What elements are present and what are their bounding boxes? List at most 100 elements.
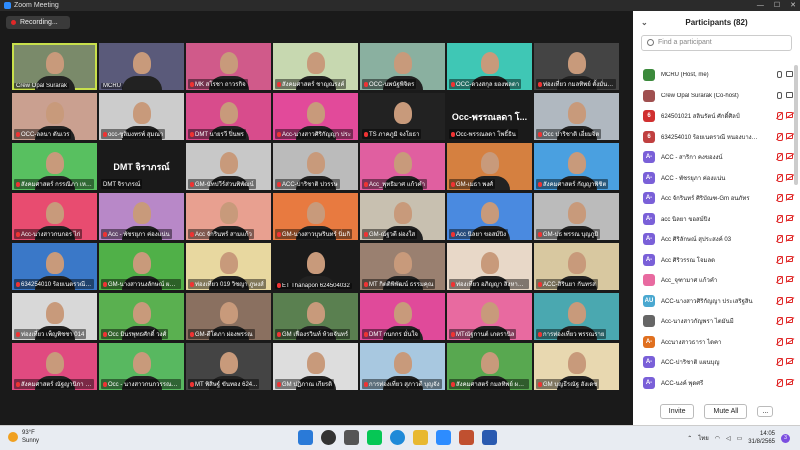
participant-row[interactable]: A- ACC-นงค์ พุดศรี xyxy=(633,373,793,394)
video-tile[interactable]: สังคมศาสตร์ กัญญาพิชิต xyxy=(534,143,619,190)
mic-muted-icon xyxy=(103,131,107,137)
participant-row[interactable]: A- Accนางสาวธารา ไดคา xyxy=(633,332,793,353)
video-tile[interactable]: OCC-ดวงสกุล ยองพลดา xyxy=(447,43,532,90)
video-tile[interactable]: DMT จิราภรณ์ DMT จิราภรณ์ xyxy=(99,143,184,190)
participant-face xyxy=(219,352,238,375)
video-tile[interactable]: สังคมศาสตร์ ชาญณรงค์ xyxy=(273,43,358,90)
invite-button[interactable]: Invite xyxy=(659,403,695,419)
participant-row[interactable]: A- ACC - สาริกา คงของงน์ xyxy=(633,147,793,168)
participant-row[interactable]: AU ACC-นางสาวศิริกัญญา ประเสริฐสิน xyxy=(633,291,793,312)
wifi-icon[interactable]: ◠ xyxy=(715,435,720,442)
video-tile[interactable]: ACC-สิรินยา กันทรส xyxy=(534,243,619,290)
powerpoint-icon[interactable] xyxy=(459,430,474,445)
participant-face xyxy=(393,102,412,125)
video-tile[interactable]: การท่องเที่ยว พรรณราย xyxy=(534,293,619,340)
video-tile[interactable]: MT พิสิษฐ์ ขันทอง 624... xyxy=(186,343,271,390)
participant-row[interactable]: A-acc นิลยา ขอสม์ปิง xyxy=(633,209,793,230)
video-tile[interactable]: Occ ปาริชาติ เอี่ยมจิต xyxy=(534,93,619,140)
participant-row[interactable]: 6 624501021 สลินรัตน์ ศักดิ์ศิลป์ xyxy=(633,106,793,127)
language-indicator[interactable]: ไทย xyxy=(698,433,709,443)
video-tile[interactable]: OCC-นพนัฐพิจิตร xyxy=(360,43,445,90)
participant-row[interactable]: Acc_จุฑามาศ แก้วคำ xyxy=(633,270,793,291)
video-tile[interactable]: GM-นางสาวนงลักษณ์ ผยโยรง xyxy=(99,243,184,290)
battery-icon[interactable]: ▭ xyxy=(737,435,743,442)
video-tile[interactable]: ท่องเที่ยว อภิญญา สิงหาทอง xyxy=(447,243,532,290)
video-tile[interactable]: occ-ซูลิมงทรพ์ สุมณา xyxy=(99,93,184,140)
maximize-icon[interactable]: ☐ xyxy=(774,0,780,11)
clock[interactable]: 14:05 31/8/2565 xyxy=(748,430,775,446)
video-tile[interactable]: DMT นายรวี ปิ่นพร xyxy=(186,93,271,140)
video-tile[interactable]: Crew Opal Surarak xyxy=(12,43,97,90)
participant-face xyxy=(45,302,64,325)
recording-dot-icon xyxy=(11,20,16,25)
video-tile[interactable]: Occ - นางสาวกนกวรรณ หิม xyxy=(99,343,184,390)
close-icon[interactable]: ✕ xyxy=(790,0,796,11)
mic-muted-icon xyxy=(776,235,783,243)
task-view-icon[interactable] xyxy=(344,430,359,445)
start-icon[interactable] xyxy=(298,430,313,445)
participant-row[interactable]: Acc-นางสาวกัญพรา ไตมันมี xyxy=(633,311,793,332)
zoom-taskbar-icon[interactable] xyxy=(436,430,451,445)
video-tile[interactable]: GM เฟื่องรวินท์ ห้วยจันทร์ xyxy=(273,293,358,340)
participant-row[interactable]: A- Acc ศิริลักษณ์ สุประสงค์ 03 xyxy=(633,229,793,250)
edge-icon[interactable] xyxy=(390,430,405,445)
chevron-down-icon[interactable]: ⌄ xyxy=(641,18,648,27)
video-tile[interactable]: Acc-นางสาวศิริกัญญา ประ xyxy=(273,93,358,140)
video-tile[interactable]: MTณัฐกานต์ เภตรานิล xyxy=(447,293,532,340)
video-tile[interactable]: GM-ณัฐวดี ผ่องใส xyxy=(360,193,445,240)
notification-badge[interactable]: 3 xyxy=(781,433,790,443)
video-tile[interactable]: GM ปฏิภาณ เกียรติ xyxy=(273,343,358,390)
avatar: A- xyxy=(643,192,655,205)
video-tile[interactable]: GM-นัทปวีร์ส่วนพิพัฒน์ xyxy=(186,143,271,190)
video-tile[interactable]: Acc จักรินทร์ สามแก้ว xyxy=(186,193,271,240)
video-tile[interactable]: Occ มินรพุทธศักดิ์ วงศ์ xyxy=(99,293,184,340)
tile-name-label: ท่องเที่ยว 019 วิชญา ภูษงส์ xyxy=(188,279,266,289)
video-tile[interactable]: ET Thanapon 624504032 xyxy=(273,243,358,290)
video-tile[interactable]: GM-นางสาวบุษรินทร์ นิ่มกิ xyxy=(273,193,358,240)
video-tile[interactable]: การท่องเที่ยว สุภาวดี บุญจัง xyxy=(360,343,445,390)
more-options-button[interactable]: ... xyxy=(757,405,774,417)
chevron-up-icon[interactable]: ⌃ xyxy=(687,435,692,442)
video-tile[interactable]: Acc - พัชรยุภา ค่องแน่น xyxy=(99,193,184,240)
video-tile[interactable]: OCC-ลลนา ดันเวร xyxy=(12,93,97,140)
video-tile[interactable]: ACC-ปาริชาติ ปวรรษ xyxy=(273,143,358,190)
video-tile[interactable]: ท่องเที่ยว เพ็ญพิชชา 014 xyxy=(12,293,97,340)
line-app-icon[interactable] xyxy=(367,430,382,445)
search-taskbar-icon[interactable] xyxy=(321,430,336,445)
minimize-icon[interactable]: — xyxy=(757,0,764,11)
video-tile[interactable]: MCRU xyxy=(99,43,184,90)
participant-row[interactable]: A- Acc จักรินทร์ ศิริบัณฑ-Gm อนภัทร xyxy=(633,188,793,209)
scrollbar[interactable] xyxy=(794,65,798,185)
video-tile[interactable]: Occ-พรรณลดา โ... Occ-พรรณลดา โพธิ์ธิน xyxy=(447,93,532,140)
video-tile[interactable]: สังคมศาสตร์ กมลทิพย์ ผกานนท์ xyxy=(447,343,532,390)
participant-row[interactable]: A- ACC - พัชรยุภา ค่องแน่น xyxy=(633,168,793,189)
video-tile[interactable]: Acc นิลยา ขอสม์ปิง xyxy=(447,193,532,240)
word-icon[interactable] xyxy=(482,430,497,445)
participant-row[interactable]: A- Acc ศิริวรรณ โจมลด xyxy=(633,250,793,271)
participant-row[interactable]: 6 634254010 ร้อยเนตรวณี หนองบางนรองค์ xyxy=(633,127,793,148)
video-tile[interactable]: MK สโรชา ถาวรกิจ xyxy=(186,43,271,90)
search-participant-input[interactable]: Find a participant xyxy=(641,35,792,51)
video-tile[interactable]: สังคมศาสตร์ ณัฐญานิกา มณีรัตน์ xyxy=(12,343,97,390)
volume-icon[interactable]: ◁ xyxy=(726,435,731,442)
video-tile[interactable]: 634254010 ร้อยเนตรวณี เนียวภาสะวะ xyxy=(12,243,97,290)
weather-widget[interactable]: 93°F Sunny xyxy=(8,429,39,445)
video-tile[interactable]: Acc_พุทธิมาศ แก้วคำ xyxy=(360,143,445,190)
mute-all-button[interactable]: Mute All xyxy=(704,403,748,419)
video-tile[interactable]: GM-เมธา พงศ์ xyxy=(447,143,532,190)
video-tile[interactable]: TS ภาคภูมิ จงโยธา xyxy=(360,93,445,140)
video-tile[interactable]: GM-ดีโดภา ผ่องพรรณ xyxy=(186,293,271,340)
participant-row[interactable]: MCRU (Host, me) xyxy=(633,65,793,86)
video-tile[interactable]: ท่องเที่ยว 019 วิชญา ภูษงส์ xyxy=(186,243,271,290)
participant-row[interactable]: Crew Opal Surarak (Co-host) xyxy=(633,86,793,107)
video-tile[interactable]: Acc-นางสาวกนกอร ไก่ xyxy=(12,193,97,240)
video-tile[interactable]: GM-ปธ พรรณ บุญภูมิ xyxy=(534,193,619,240)
video-tile[interactable]: GM บุญธีรณัฐ ฮังเดช xyxy=(534,343,619,390)
file-explorer-icon[interactable] xyxy=(413,430,428,445)
video-tile[interactable]: สังคมศาสตร์ กรรณิภา เหล็กเมฆ xyxy=(12,143,97,190)
video-tile[interactable]: ท่องเที่ยว กมลทิพย์ ตั้งมั่นสกุล xyxy=(534,43,619,90)
video-tile[interactable]: MT กิตติพิพัฒน์ ธรรมคุณ xyxy=(360,243,445,290)
recording-indicator[interactable]: Recording... xyxy=(6,16,70,29)
video-tile[interactable]: DMT กนกกร มั่นใจ xyxy=(360,293,445,340)
participant-row[interactable]: A- ACC-ปาริชาติ แผนบุญ xyxy=(633,352,793,373)
